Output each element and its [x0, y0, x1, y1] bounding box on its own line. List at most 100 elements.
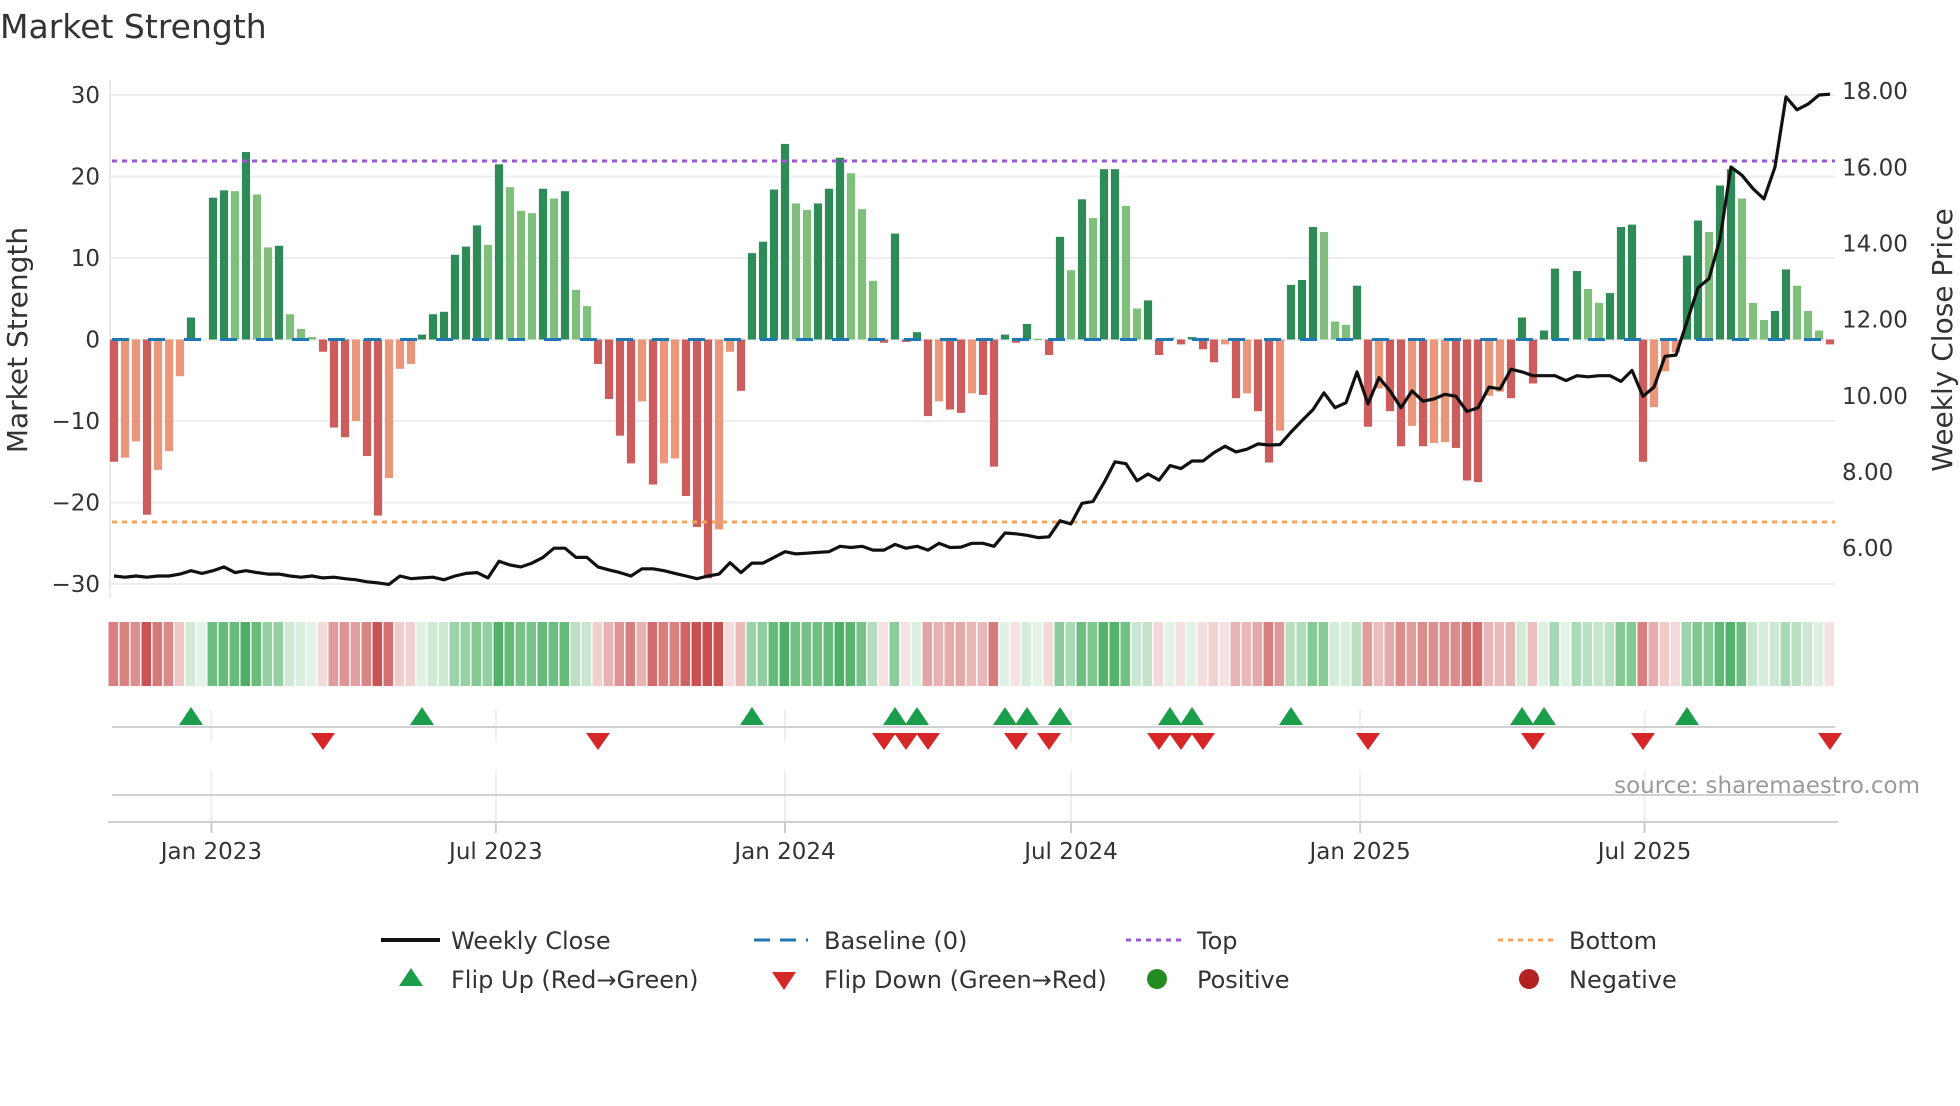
- heat-cell: [801, 622, 812, 686]
- left-tick-label: −30: [51, 572, 100, 598]
- left-axis-label: Market Strength: [1, 227, 34, 453]
- negative-bar: [1220, 339, 1230, 345]
- heat-cell: [1384, 622, 1395, 686]
- positive-bar: [824, 188, 834, 340]
- legend-top: Top: [1196, 927, 1238, 955]
- positive-bar: [758, 241, 768, 340]
- positive-bar: [769, 189, 779, 340]
- negative-bar: [1363, 339, 1373, 427]
- flip-up-icon: [399, 968, 423, 986]
- heat-cell: [1747, 622, 1758, 686]
- left-tick-label: 0: [85, 328, 100, 354]
- negative-bar: [1275, 339, 1285, 431]
- heat-cell: [361, 622, 372, 686]
- negative-bar: [153, 339, 163, 470]
- heat-cell: [713, 622, 724, 686]
- heat-cell: [537, 622, 548, 686]
- positive-bar: [472, 225, 482, 340]
- positive-bar: [571, 289, 581, 340]
- flip-up-marker: [410, 707, 434, 725]
- negative-bar: [989, 339, 999, 467]
- heat-cell: [1021, 622, 1032, 686]
- strength-heat-strip: [108, 622, 1835, 686]
- heat-cell: [1010, 622, 1021, 686]
- positive-bar: [1792, 285, 1802, 340]
- negative-bar: [604, 339, 614, 399]
- negative-bar: [956, 339, 966, 413]
- heat-cell: [1406, 622, 1417, 686]
- heat-cell: [823, 622, 834, 686]
- left-tick-label: 30: [71, 83, 100, 109]
- heat-cell: [1791, 622, 1802, 686]
- positive-bar: [1605, 293, 1615, 340]
- x-tick-label: Jan 2025: [1307, 839, 1410, 865]
- positive-bar: [1550, 268, 1560, 340]
- negative-bar: [1242, 339, 1252, 394]
- right-tick-label: 16.00: [1842, 155, 1908, 181]
- heat-cell: [1318, 622, 1329, 686]
- positive-bar: [1000, 334, 1010, 340]
- heat-cell: [845, 622, 856, 686]
- flip-up-marker: [993, 707, 1017, 725]
- flip-up-marker: [1510, 707, 1534, 725]
- heat-cell: [427, 622, 438, 686]
- positive-bar: [1022, 324, 1032, 340]
- heat-cell: [350, 622, 361, 686]
- flip-up-marker: [1180, 707, 1204, 725]
- flip-up-marker: [1158, 707, 1182, 725]
- heat-cell: [966, 622, 977, 686]
- heat-cell: [548, 622, 559, 686]
- positive-bar: [1066, 270, 1076, 340]
- left-tick-label: 20: [71, 165, 100, 191]
- positive-bar: [791, 203, 801, 340]
- heat-cell: [834, 622, 845, 686]
- heat-cell: [504, 622, 515, 686]
- left-tick-label: −10: [51, 409, 100, 435]
- heat-cell: [1626, 622, 1637, 686]
- x-tick-label: Jan 2023: [159, 839, 262, 865]
- positive-bar: [582, 306, 592, 340]
- heat-cell: [1208, 622, 1219, 686]
- flip-down-marker: [872, 733, 896, 750]
- heat-cell: [1296, 622, 1307, 686]
- heat-cell: [1109, 622, 1120, 686]
- heat-cell: [1549, 622, 1560, 686]
- heat-cell: [515, 622, 526, 686]
- negative-bar: [659, 339, 669, 464]
- positive-bar: [1099, 169, 1109, 340]
- heat-cell: [1043, 622, 1054, 686]
- positive-bar: [450, 254, 460, 340]
- positive-bar: [186, 317, 196, 340]
- flip-down-marker: [916, 733, 940, 750]
- heat-cell: [526, 622, 537, 686]
- heat-cell: [1417, 622, 1428, 686]
- negative-bar: [142, 339, 152, 515]
- negative-bar: [351, 339, 361, 421]
- heat-cell: [1131, 622, 1142, 686]
- positive-bar: [1286, 284, 1296, 340]
- positive-bar: [307, 337, 317, 340]
- positive-bar: [1748, 302, 1758, 340]
- heat-cell: [1186, 622, 1197, 686]
- positive-bar: [1121, 205, 1131, 340]
- heat-cell: [658, 622, 669, 686]
- positive-bar: [219, 190, 229, 340]
- positive-bar: [1033, 338, 1043, 341]
- legend-positive: Positive: [1197, 966, 1290, 994]
- heat-cell: [570, 622, 581, 686]
- positive-bar: [527, 213, 537, 340]
- heat-cell: [1340, 622, 1351, 686]
- positive-bar: [1143, 300, 1153, 340]
- heat-cell: [1087, 622, 1098, 686]
- left-tick-label: −20: [51, 491, 100, 517]
- x-tick-label: Jul 2024: [1022, 839, 1118, 865]
- heat-cell: [130, 622, 141, 686]
- positive-bar: [868, 280, 878, 340]
- flip-markers: [179, 707, 1842, 750]
- heat-cell: [405, 622, 416, 686]
- heat-cell: [273, 622, 284, 686]
- negative-bar: [1044, 339, 1054, 355]
- negative-bar: [373, 339, 383, 516]
- negative-bar: [120, 339, 130, 458]
- positive-bar: [846, 173, 856, 340]
